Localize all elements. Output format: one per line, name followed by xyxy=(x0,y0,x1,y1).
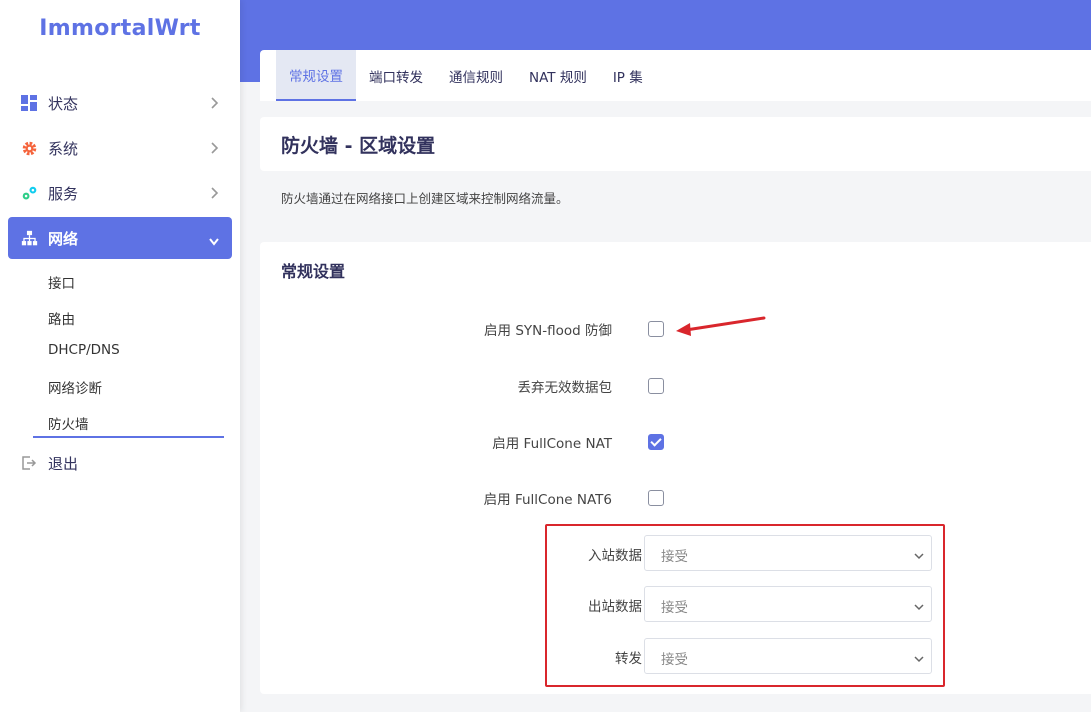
logout-icon xyxy=(20,454,38,472)
gear-icon xyxy=(20,139,38,157)
page-title-card: 防火墙 - 区域设置 xyxy=(260,117,1091,171)
fullcone-nat6-label: 启用 FullCone NAT6 xyxy=(483,492,612,508)
sidebar-item-label: 服务 xyxy=(48,184,79,203)
sidebar-item-network[interactable]: 网络 xyxy=(8,217,232,259)
chevron-right-icon xyxy=(210,95,220,114)
sidebar-item-system[interactable]: 系统 xyxy=(8,127,232,169)
brand-logo[interactable]: ImmortalWrt xyxy=(0,16,240,41)
tab-traffic-rules[interactable]: 通信规则 xyxy=(436,50,516,101)
fullcone-nat-label: 启用 FullCone NAT xyxy=(492,436,612,452)
sidebar-item-logout[interactable]: 退出 xyxy=(8,442,232,484)
fullcone-nat6-checkbox[interactable] xyxy=(648,490,664,506)
dashboard-icon xyxy=(20,94,38,112)
tab-general-settings[interactable]: 常规设置 xyxy=(276,50,356,101)
gears-icon xyxy=(20,184,38,202)
tab-nat-rules[interactable]: NAT 规则 xyxy=(516,50,600,101)
annotation-arrow-icon xyxy=(676,316,766,336)
drop-invalid-checkbox[interactable] xyxy=(648,378,664,394)
sidebar-item-label: 状态 xyxy=(48,94,79,113)
page-description: 防火墙通过在网络接口上创建区域来控制网络流量。 xyxy=(281,191,569,206)
page-title: 防火墙 - 区域设置 xyxy=(281,135,436,157)
sidebar-subitem-diagnostics[interactable]: 网络诊断 xyxy=(48,377,102,397)
tab-bar: 常规设置 端口转发 通信规则 NAT 规则 IP 集 xyxy=(260,50,1091,101)
sidebar-item-services[interactable]: 服务 xyxy=(8,172,232,214)
tab-ip-sets[interactable]: IP 集 xyxy=(600,50,656,101)
chevron-right-icon xyxy=(210,140,220,159)
annotation-highlight-box xyxy=(545,524,945,687)
drop-invalid-label: 丢弃无效数据包 xyxy=(517,380,613,396)
sidebar-item-label: 网络 xyxy=(48,229,79,248)
chevron-right-icon xyxy=(210,185,220,204)
syn-flood-checkbox[interactable] xyxy=(648,321,664,337)
tab-port-forwards[interactable]: 端口转发 xyxy=(356,50,436,101)
fullcone-nat-checkbox[interactable] xyxy=(648,434,664,450)
syn-flood-label: 启用 SYN-flood 防御 xyxy=(484,323,612,339)
sidebar-item-label: 系统 xyxy=(48,139,79,158)
sidebar-subitem-routes[interactable]: 路由 xyxy=(48,308,75,328)
sitemap-icon xyxy=(20,229,38,247)
sidebar-subitem-dhcp-dns[interactable]: DHCP/DNS xyxy=(48,342,120,358)
chevron-down-icon xyxy=(208,232,220,251)
section-heading: 常规设置 xyxy=(281,262,346,281)
sidebar: ImmortalWrt 状态 系统 服务 网络 接口 路由 DHCP/DNS 网… xyxy=(0,0,240,712)
sidebar-item-label: 退出 xyxy=(48,454,79,473)
active-subitem-indicator xyxy=(33,436,224,438)
sidebar-subitem-interfaces[interactable]: 接口 xyxy=(48,272,75,292)
sidebar-subitem-firewall[interactable]: 防火墙 xyxy=(48,413,89,433)
sidebar-item-status[interactable]: 状态 xyxy=(8,82,232,124)
